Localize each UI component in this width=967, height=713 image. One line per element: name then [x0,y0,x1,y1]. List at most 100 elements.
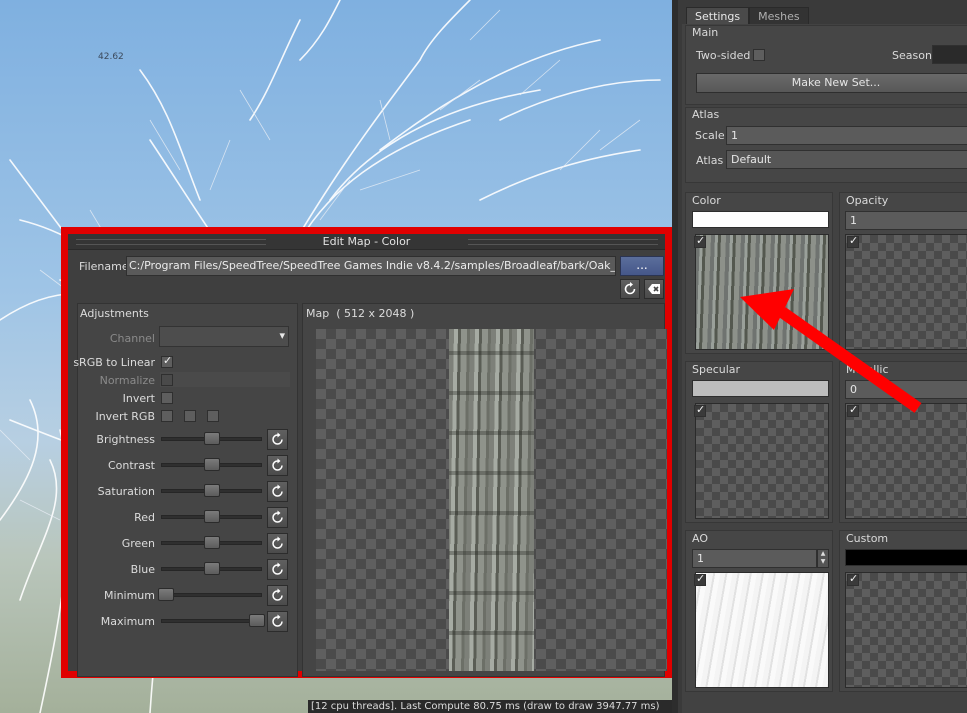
metallic-map-label: Metallic [846,363,889,376]
season-label: Season [892,49,932,62]
metallic-map-thumbnail[interactable] [845,403,967,519]
saturation-label: Saturation [97,485,155,498]
blue-reset-button[interactable] [267,559,288,580]
normalize-label: Normalize [99,374,155,387]
maximum-reset-button[interactable] [267,611,288,632]
contrast-reset-button[interactable] [267,455,288,476]
ao-map-enabled-checkbox[interactable] [694,572,706,586]
channel-label: Channel [109,332,155,345]
ao-map-thumbnail[interactable] [695,572,829,688]
invert-rgb-label: Invert RGB [95,410,155,423]
edit-map-dialog: Edit Map - Color Filename C:/Program Fil… [61,227,672,678]
metallic-map-enabled-checkbox[interactable] [847,403,859,417]
specular-map-label: Specular [692,363,741,376]
ao-spinner[interactable]: ▲ ▼ [817,549,829,568]
scale-field[interactable]: 1 [726,126,967,145]
custom-map-label: Custom [846,532,889,545]
minimum-slider-handle[interactable] [158,588,174,601]
clear-map-button[interactable] [644,279,664,299]
contrast-label: Contrast [107,459,155,472]
red-slider-handle[interactable] [203,510,220,523]
custom-map-thumbnail[interactable] [845,572,967,688]
dialog-title: Edit Map - Color [68,234,665,250]
browse-button[interactable]: ... [620,256,664,276]
tab-meshes[interactable]: Meshes [749,7,809,25]
invert-blue-checkbox[interactable] [207,410,219,422]
custom-swatch[interactable] [845,549,967,566]
reset-icon [272,458,283,471]
tab-settings[interactable]: Settings [686,7,750,25]
panel-tabs: Settings Meshes [686,7,809,25]
ao-value-field[interactable]: 1 [692,549,817,568]
status-bar: [12 cpu threads]. Last Compute 80.75 ms … [308,700,672,713]
main-group-title: Main [692,26,719,39]
color-map-enabled-checkbox[interactable] [694,234,706,248]
two-sided-checkbox[interactable] [753,49,765,61]
main-group [685,25,967,105]
brightness-slider-handle[interactable] [203,432,220,445]
reset-icon [272,588,283,601]
ao-map-label: AO [692,532,708,545]
invert-label: Invert [122,392,155,405]
refresh-icon [624,282,636,295]
opacity-map-enabled-checkbox[interactable] [847,234,859,248]
blue-label: Blue [130,563,155,576]
metallic-value-field[interactable]: 0 [845,380,967,399]
minimum-reset-button[interactable] [267,585,288,606]
maximum-label: Maximum [100,615,155,628]
saturation-reset-button[interactable] [267,481,288,502]
title-grip-right [468,239,658,245]
opacity-value-field[interactable]: 1 [845,211,967,230]
channel-select[interactable] [159,326,289,347]
maximum-slider[interactable] [161,619,262,623]
opacity-map-label: Opacity [846,194,889,207]
specular-map-enabled-checkbox[interactable] [694,403,706,417]
bark-texture-preview [449,329,534,671]
specular-swatch[interactable] [692,380,829,397]
properties-panel: Settings Meshes Main Two-sided Season Ma… [672,0,967,713]
red-label: Red [134,511,155,524]
opacity-map-thumbnail[interactable] [845,234,967,350]
green-reset-button[interactable] [267,533,288,554]
reload-button[interactable] [620,279,640,299]
normalize-checkbox [161,374,173,386]
specular-map-thumbnail[interactable] [695,403,829,519]
reset-icon [272,562,283,575]
reset-icon [272,536,283,549]
color-map-label: Color [692,194,721,207]
season-field[interactable] [932,45,967,64]
atlas-group [685,107,967,183]
custom-map-enabled-checkbox[interactable] [847,572,859,586]
filename-field[interactable]: C:/Program Files/SpeedTree/SpeedTree Gam… [126,256,616,276]
saturation-slider-handle[interactable] [203,484,220,497]
adjustments-title: Adjustments [80,307,149,320]
green-slider-handle[interactable] [203,536,220,549]
srgb-checkbox[interactable] [161,354,173,368]
contrast-slider-handle[interactable] [203,458,220,471]
atlas-select[interactable]: Default [726,150,967,169]
maximum-slider-handle[interactable] [249,614,265,627]
color-swatch[interactable] [692,211,829,228]
two-sided-label: Two-sided [696,49,751,62]
reset-icon [272,614,283,627]
normalize-row-bg [160,372,290,387]
minimum-label: Minimum [104,589,155,602]
title-grip-left [76,239,266,245]
color-map-thumbnail[interactable] [695,234,829,350]
invert-green-checkbox[interactable] [184,410,196,422]
viewport-readout: 42.62 [98,52,124,62]
red-reset-button[interactable] [267,507,288,528]
blue-slider-handle[interactable] [203,562,220,575]
reset-icon [272,484,283,497]
make-new-set-button[interactable]: Make New Set... [696,73,967,93]
invert-checkbox[interactable] [161,392,173,404]
filename-label: Filename [79,260,129,273]
green-label: Green [121,537,155,550]
invert-red-checkbox[interactable] [161,410,173,422]
brightness-reset-button[interactable] [267,429,288,450]
minimum-slider[interactable] [161,593,262,597]
atlas-label: Atlas [696,154,724,167]
dialog-title-text: Edit Map - Color [322,235,411,248]
settings-content: Main Two-sided Season Make New Set... At… [682,24,967,713]
reset-icon [272,432,283,445]
